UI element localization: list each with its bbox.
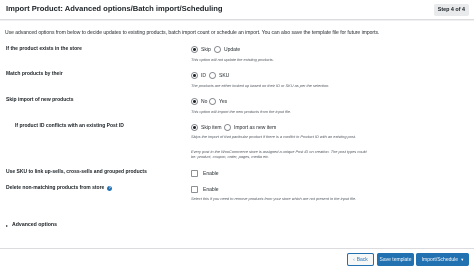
radio-unchecked-icon[interactable] (214, 46, 221, 53)
exists-update-label: Update (224, 46, 241, 53)
match-sku-radio[interactable]: SKU (209, 72, 229, 79)
exists-update-radio[interactable]: Update (214, 46, 240, 53)
exists-help: This option will not update the existing… (191, 57, 274, 62)
back-button[interactable]: ‹ Back (347, 253, 374, 266)
dropdown-arrow-icon: ▾ (461, 256, 464, 262)
skip-new-no-label: No (201, 98, 208, 105)
save-template-button[interactable]: Save template (377, 253, 414, 266)
conflict-label: If product ID conflicts with an existing… (15, 123, 124, 129)
import-schedule-button[interactable]: Import/Schedule ▾ (416, 253, 469, 266)
skip-new-yes-label: Yes (219, 98, 228, 105)
delete-help: Select this if you need to remove produc… (191, 196, 357, 201)
radio-checked-icon[interactable] (191, 124, 198, 131)
checkbox-icon[interactable] (191, 186, 198, 193)
radio-unchecked-icon[interactable] (209, 72, 216, 79)
help-question-icon[interactable]: ? (107, 185, 113, 191)
exists-skip-label: Skip (201, 46, 211, 53)
use-sku-checkbox[interactable]: Enable (191, 170, 219, 177)
advanced-options-label: Advanced options (12, 222, 57, 228)
page-header: Import Product: Advanced options/Batch i… (0, 0, 474, 20)
skip-new-label: Skip import of new products (6, 97, 74, 103)
exists-skip-radio[interactable]: Skip (191, 46, 211, 53)
match-id-radio[interactable]: ID (191, 72, 206, 79)
save-template-label: Save template (379, 256, 412, 263)
conflict-skip-radio[interactable]: Skip item (191, 124, 222, 131)
conflict-new-radio[interactable]: Import as new item (224, 124, 276, 131)
footer-bar: ‹ Back Save template Import/Schedule ▾ (0, 248, 474, 269)
chevron-left-icon: ‹ (353, 257, 355, 262)
radio-unchecked-icon[interactable] (209, 98, 216, 105)
radio-unchecked-icon[interactable] (224, 124, 231, 131)
advanced-options-toggle[interactable]: ▸ Advanced options (6, 222, 57, 228)
use-sku-label: Use SKU to link up-sells, cross-sells an… (6, 169, 147, 175)
delete-enable-label: Enable (203, 186, 219, 193)
delete-label-row: Delete non-matching products from store … (6, 185, 113, 191)
conflict-skip-label: Skip item (201, 124, 222, 131)
match-label: Match products by their (6, 71, 63, 77)
caret-right-icon: ▸ (6, 222, 9, 228)
skip-new-help: This option will import the new products… (191, 109, 292, 114)
radio-checked-icon[interactable] (191, 46, 198, 53)
skip-new-yes-radio[interactable]: Yes (209, 98, 227, 105)
conflict-help-2: Every post in the WooCommerce store is a… (191, 149, 367, 159)
checkbox-icon[interactable] (191, 170, 198, 177)
use-sku-enable-label: Enable (203, 170, 219, 177)
intro-text: Use advanced options from below to decid… (5, 30, 380, 36)
radio-checked-icon[interactable] (191, 98, 198, 105)
import-schedule-label: Import/Schedule (421, 256, 459, 263)
delete-checkbox[interactable]: Enable (191, 186, 219, 193)
back-button-label: Back (356, 256, 368, 263)
match-id-label: ID (201, 72, 206, 79)
conflict-help-1: Skips the import of that particular prod… (191, 134, 356, 139)
exists-label: If the product exists in the store (6, 46, 82, 52)
conflict-new-label: Import as new item (234, 124, 277, 131)
skip-new-no-radio[interactable]: No (191, 98, 207, 105)
page-title: Import Product: Advanced options/Batch i… (6, 4, 223, 13)
radio-checked-icon[interactable] (191, 72, 198, 79)
match-sku-label: SKU (219, 72, 230, 79)
delete-label: Delete non-matching products from store (6, 185, 105, 191)
match-help: The products are either looked up based … (191, 83, 330, 88)
step-badge: Step 4 of 4 (433, 4, 469, 16)
